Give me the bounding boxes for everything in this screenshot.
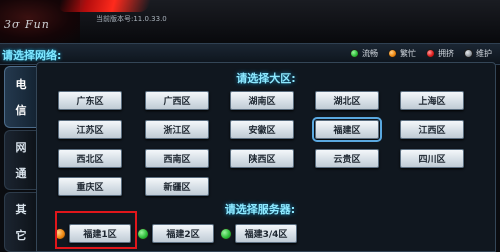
region-button-selected[interactable]: 福建区: [312, 117, 382, 142]
logo-flame-graphic: [57, 0, 153, 12]
region-section-title: 请选择大区:: [236, 72, 296, 85]
red-status-dot-icon: [426, 49, 435, 58]
legend-smooth: 流畅: [350, 48, 378, 59]
region-button[interactable]: 江西区: [400, 120, 464, 139]
legend-label: 流畅: [362, 49, 378, 58]
region-button[interactable]: 陕西区: [230, 149, 294, 168]
logo-signature: 3σ Fun: [4, 18, 50, 31]
gray-status-dot-icon: [464, 49, 473, 58]
region-button[interactable]: 西北区: [58, 149, 122, 168]
green-status-dot-icon: [220, 227, 232, 240]
legend-label: 拥挤: [438, 49, 454, 58]
orange-status-dot-icon: [388, 49, 397, 58]
region-button[interactable]: 江苏区: [58, 120, 122, 139]
legend-label: 维护: [476, 49, 492, 58]
region-button[interactable]: 西南区: [145, 149, 209, 168]
region-button[interactable]: 广东区: [58, 91, 122, 110]
status-legend: 流畅 繁忙 拥挤 维护: [350, 48, 492, 59]
tab-telecom[interactable]: 电 信: [4, 66, 37, 128]
region-button[interactable]: 云贵区: [315, 149, 379, 168]
region-button[interactable]: 浙江区: [145, 120, 209, 139]
red-highlight-annotation: [55, 211, 137, 249]
green-status-dot-icon: [350, 49, 359, 58]
region-button[interactable]: 重庆区: [58, 177, 122, 196]
legend-busy: 繁忙: [388, 48, 416, 59]
version-label: 当前版本号:11.0.33.0: [96, 15, 167, 23]
legend-crowded: 拥挤: [426, 48, 454, 59]
legend-maintenance: 维护: [464, 48, 492, 59]
region-button[interactable]: 湖南区: [230, 91, 294, 110]
region-button[interactable]: 新疆区: [145, 177, 209, 196]
region-button[interactable]: 四川区: [400, 149, 464, 168]
region-button[interactable]: 广西区: [145, 91, 209, 110]
region-button[interactable]: 湖北区: [315, 91, 379, 110]
legend-label: 繁忙: [400, 49, 416, 58]
tab-netcom[interactable]: 网 通: [4, 130, 37, 190]
select-network-prompt: 请选择网络:: [2, 49, 62, 62]
region-button[interactable]: 上海区: [400, 91, 464, 110]
server-item[interactable]: 福建2区: [137, 224, 214, 243]
region-button[interactable]: 安徽区: [230, 120, 294, 139]
green-status-dot-icon: [137, 227, 149, 240]
server-button[interactable]: 福建2区: [152, 224, 214, 243]
server-button[interactable]: 福建3/4区: [235, 224, 297, 243]
header: 3σ Fun 当前版本号:11.0.33.0: [0, 0, 500, 44]
server-item[interactable]: 福建3/4区: [220, 224, 297, 243]
